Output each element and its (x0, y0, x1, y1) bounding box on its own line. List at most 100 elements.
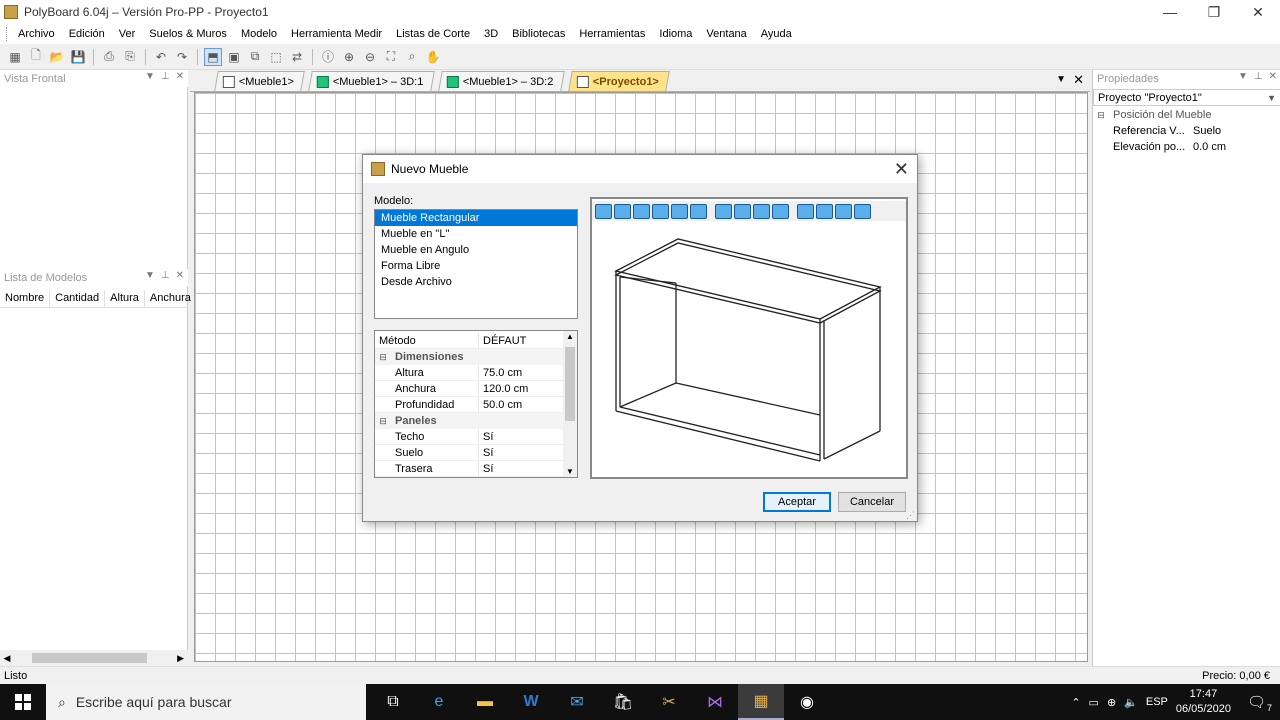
network-icon[interactable]: ⊕ (1107, 696, 1116, 709)
property-row-altura[interactable]: Altura 75.0 cm (375, 365, 563, 381)
list-item[interactable]: Mueble en "L" (375, 226, 577, 242)
iso-view-5-icon[interactable] (797, 203, 814, 219)
collapse-icon[interactable]: ⊟ (375, 416, 391, 427)
iso-view-8-icon[interactable] (854, 203, 871, 219)
tab-mueble1[interactable]: <Mueble1> (214, 71, 305, 91)
close-icon[interactable]: ✕ (1269, 71, 1277, 82)
menu-idioma[interactable]: Idioma (652, 25, 699, 43)
accept-button[interactable]: Aceptar (763, 492, 831, 512)
menu-listas-de-corte[interactable]: Listas de Corte (389, 25, 477, 43)
save-icon[interactable]: 💾 (69, 48, 87, 66)
property-row[interactable]: Referencia V... Suelo (1093, 123, 1280, 139)
undo-icon[interactable]: ↶ (152, 48, 170, 66)
zoom-extents-icon[interactable]: ⛶ (382, 48, 400, 66)
list-item[interactable]: Mueble en Angulo (375, 242, 577, 258)
pin-icon[interactable]: ⊥ (161, 270, 170, 281)
menu-3d[interactable]: 3D (477, 25, 505, 43)
volume-icon[interactable]: 🔈 (1124, 696, 1138, 709)
iso-view-4-icon[interactable] (772, 203, 789, 219)
pan-hand-icon[interactable]: ✋ (424, 48, 442, 66)
menu-suelos-muros[interactable]: Suelos & Muros (142, 25, 234, 43)
word-icon[interactable]: W (508, 684, 554, 720)
battery-icon[interactable]: ▭ (1089, 696, 1099, 709)
cancel-button[interactable]: Cancelar (838, 492, 906, 512)
scroll-down-icon[interactable]: ▼ (566, 467, 574, 476)
view-front-icon[interactable] (595, 203, 612, 219)
obs-icon[interactable]: ◉ (784, 684, 830, 720)
iso-view-3-icon[interactable] (753, 203, 770, 219)
view-back-icon[interactable] (614, 203, 631, 219)
property-value[interactable]: Sí (479, 429, 563, 445)
new-cabinet-icon[interactable]: ⬒ (204, 47, 222, 66)
tabs-dropdown-icon[interactable]: ▼ (1056, 74, 1066, 85)
column-header-altura[interactable]: Altura (105, 290, 145, 307)
property-row-profundidad[interactable]: Profundidad 50.0 cm (375, 397, 563, 413)
menu-bibliotecas[interactable]: Bibliotecas (505, 25, 572, 43)
tab-proyecto1[interactable]: <Proyecto1> (568, 71, 670, 91)
property-row[interactable]: Elevación po... 0.0 cm (1093, 139, 1280, 155)
duplicate-icon[interactable]: ⧉ (246, 48, 264, 66)
property-value[interactable]: Sí (479, 445, 563, 461)
close-icon[interactable]: ✕ (176, 71, 184, 82)
resize-grip-icon[interactable]: ⋰ (906, 510, 915, 521)
category-dimensions[interactable]: ⊟ Dimensiones (375, 349, 563, 365)
menu-ayuda[interactable]: Ayuda (754, 25, 799, 43)
view-right-icon[interactable] (652, 203, 669, 219)
horizontal-scrollbar[interactable]: ◀ ▶ (0, 650, 188, 666)
pin-icon[interactable]: ⊥ (1254, 71, 1263, 82)
property-row-trasera[interactable]: Trasera Sí (375, 461, 563, 477)
dropdown-icon[interactable]: ▼ (145, 71, 155, 82)
property-value[interactable]: 50.0 cm (479, 397, 563, 413)
tools-app-icon[interactable]: ✂ (646, 684, 692, 720)
zoom-in-icon[interactable]: ⊕ (340, 48, 358, 66)
list-item[interactable]: Mueble Rectangular (375, 210, 577, 226)
arrange-icon[interactable]: ⇄ (288, 48, 306, 66)
collapse-icon[interactable]: ⊟ (375, 352, 391, 363)
scroll-thumb[interactable] (565, 347, 575, 421)
task-view-icon[interactable]: ⧉ (370, 684, 416, 720)
visual-studio-icon[interactable]: ⋈ (692, 684, 738, 720)
list-item[interactable]: Desde Archivo (375, 274, 577, 290)
properties-icon[interactable]: ▦ (6, 48, 24, 66)
redo-icon[interactable]: ↷ (173, 48, 191, 66)
property-row-techo[interactable]: Techo Sí (375, 429, 563, 445)
menu-ver[interactable]: Ver (112, 25, 143, 43)
category-paneles[interactable]: ⊟ Paneles (375, 413, 563, 429)
model-list[interactable]: Mueble Rectangular Mueble en "L" Mueble … (374, 209, 578, 319)
furniture-icon[interactable]: ▣ (225, 48, 243, 66)
list-item[interactable]: Forma Libre (375, 258, 577, 274)
menu-edicion[interactable]: Edición (62, 25, 112, 43)
print-preview-icon[interactable]: ⎘ (121, 48, 139, 66)
start-button[interactable] (0, 684, 46, 720)
property-row-anchura[interactable]: Anchura 120.0 cm (375, 381, 563, 397)
iso-view-7-icon[interactable] (835, 203, 852, 219)
view-left-icon[interactable] (633, 203, 650, 219)
menu-ventana[interactable]: Ventana (699, 25, 753, 43)
menu-herramienta-medir[interactable]: Herramienta Medir (284, 25, 389, 43)
menu-herramientas[interactable]: Herramientas (572, 25, 652, 43)
print-icon[interactable]: ⎙ (100, 48, 118, 66)
new-file-icon[interactable]: 🗋 (27, 48, 45, 66)
tabs-close-icon[interactable]: ✕ (1073, 72, 1084, 88)
iso-view-1-icon[interactable] (715, 203, 732, 219)
close-icon[interactable]: ✕ (176, 270, 184, 281)
column-header-anchura[interactable]: Anchura (145, 290, 197, 307)
property-row-method[interactable]: Método DÉFAUT (375, 333, 563, 349)
column-header-cantidad[interactable]: Cantidad (50, 290, 106, 307)
scroll-thumb[interactable] (32, 653, 147, 663)
cabinet-3d-icon[interactable]: ⬚ (267, 48, 285, 66)
zoom-window-icon[interactable]: ⌕ (403, 48, 421, 66)
tab-mueble1-3d2[interactable]: <Mueble1> – 3D:2 (438, 71, 565, 91)
pin-icon[interactable]: ⊥ (161, 71, 170, 82)
open-folder-icon[interactable]: 📂 (48, 48, 66, 66)
clock[interactable]: 17:47 06/05/2020 (1176, 687, 1231, 717)
property-value[interactable]: 120.0 cm (479, 381, 563, 397)
edge-icon[interactable]: e (416, 684, 462, 720)
property-value[interactable]: 75.0 cm (479, 365, 563, 381)
collapse-icon[interactable]: ⊟ (1093, 110, 1109, 121)
restore-button[interactable]: ❐ (1192, 0, 1236, 24)
menu-modelo[interactable]: Modelo (234, 25, 284, 43)
minimize-button[interactable]: — (1148, 0, 1192, 24)
language-indicator[interactable]: ESP (1146, 696, 1168, 708)
column-header-nombre[interactable]: Nombre (0, 290, 51, 307)
